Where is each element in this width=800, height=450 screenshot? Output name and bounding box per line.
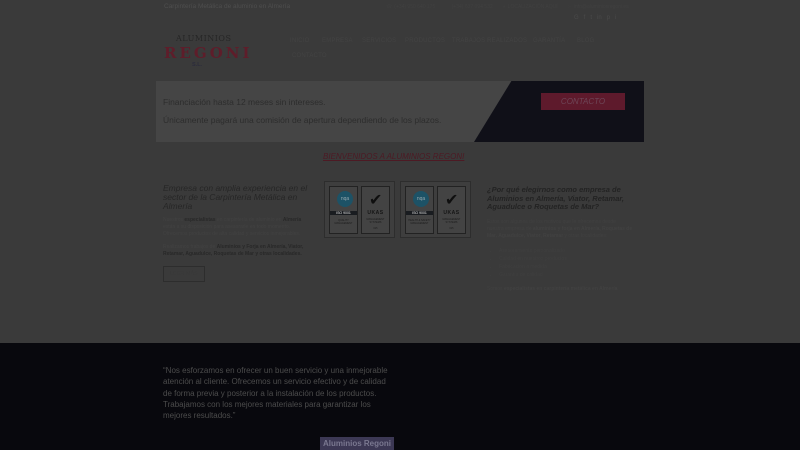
phone-link-1[interactable]: ☎ (+34) 950 640 175: [386, 4, 435, 10]
banner-line-1: Financiación hasta 12 meses sin interese…: [163, 97, 326, 107]
contact-button[interactable]: CONTACTO: [541, 93, 625, 110]
list-item: Fabricación a medida: [499, 263, 633, 271]
reasons-list: Asesoramiento personalizado Calidad en n…: [487, 247, 633, 279]
linkedin-icon[interactable]: in: [597, 15, 602, 21]
email-link[interactable]: ✉ info@aluminiosregoni.es: [568, 4, 629, 10]
contact-info: ☎ (+34) 950 640 175 ◎ (+34) 637 094 532 ● L…: [386, 4, 629, 10]
cert-health-safety: nqa ISO 9001 HEALTH & SAFETY MANAGEMENT …: [400, 181, 471, 238]
nav-item-blog[interactable]: BLOG: [577, 38, 594, 44]
checkmark-crown-icon: ✔: [369, 192, 383, 209]
list-item: Asesoramiento personalizado: [499, 247, 633, 255]
company-quote: “Nos esforzamos en ofrecer un buen servi…: [163, 366, 388, 421]
why-paragraph-2: Somos especialistas en carpintería metál…: [487, 285, 618, 292]
site-tagline: Carpintería Metálica de aluminio en Alme…: [164, 3, 291, 10]
nav-item-servicios[interactable]: SERVICIOS: [362, 38, 396, 44]
why-paragraph-1: Estos son algunos de los motivos que le …: [487, 218, 633, 239]
ukas-card: ✔ UKAS MANAGEMENT SYSTEMS 015: [361, 186, 390, 234]
site-logo[interactable]: ALUMINIOS REGONI S.L.: [162, 34, 250, 76]
google-plus-icon[interactable]: G: [574, 15, 579, 21]
nav-item-inicio[interactable]: INICIO: [290, 38, 310, 44]
certifications: nqa ISO 9001 QUALITY MANAGEMENT ✔ UKAS M…: [324, 181, 471, 238]
top-bar: Carpintería Metálica de aluminio en Alme…: [0, 0, 800, 21]
instagram-icon[interactable]: i: [615, 15, 616, 21]
nav-item-empresa[interactable]: EMPRESA: [322, 38, 353, 44]
ukas-card: ✔ UKAS MANAGEMENT SYSTEMS 015: [437, 186, 466, 234]
why-choose-us: ¿Por qué elegirnos como empresa de Alumi…: [487, 185, 633, 293]
location-link[interactable]: ● LOCALIZACIÓN AQUÍ: [503, 4, 558, 10]
intro-paragraph-1: Nuestros especialistas en carpintería de…: [163, 217, 302, 237]
welcome-heading: BIENVENIDOS A ALUMINIOS REGONI: [323, 152, 465, 161]
list-item: Calidad en nuestros productos: [499, 255, 633, 263]
pinterest-icon[interactable]: p: [607, 15, 610, 21]
footer-section: [0, 343, 800, 450]
intro-heading: Empresa con amplia experiencia en el sec…: [163, 183, 308, 211]
twitter-icon[interactable]: t: [590, 15, 592, 21]
why-heading: ¿Por qué elegirnos como empresa de Alumi…: [487, 185, 624, 211]
company-intro: Empresa con amplia experiencia en el sec…: [163, 184, 313, 282]
facebook-icon[interactable]: f: [584, 15, 586, 21]
nav-item-contacto[interactable]: CONTACTO: [292, 53, 327, 59]
read-more-button[interactable]: LEER MÁS: [163, 266, 205, 282]
nav-item-garantia[interactable]: GARANTÍA: [533, 38, 565, 44]
nqa-logo: nqa: [413, 191, 429, 207]
envelope-icon: ✉: [567, 4, 572, 10]
nqa-hs-card: nqa ISO 9001 HEALTH & SAFETY MANAGEMENT: [405, 186, 434, 234]
financing-banner: Financiación hasta 12 meses sin interese…: [156, 81, 644, 142]
brand-signature: Aluminios Regoni: [320, 437, 394, 450]
phone-link-2[interactable]: ◎ (+34) 637 094 532: [445, 4, 492, 10]
banner-line-2: Únicamente pagará una comisión de apertu…: [163, 115, 442, 125]
checkmark-crown-icon: ✔: [445, 192, 459, 209]
nqa-iso9001-card: nqa ISO 9001 QUALITY MANAGEMENT: [329, 186, 358, 234]
whatsapp-icon: ◎: [445, 4, 450, 10]
cert-quality: nqa ISO 9001 QUALITY MANAGEMENT ✔ UKAS M…: [324, 181, 395, 238]
phone-icon: ☎: [386, 4, 393, 10]
nqa-logo: nqa: [337, 191, 353, 207]
intro-paragraph-2: Realizamos trabajos de Aluminios y Forja…: [163, 244, 304, 257]
social-links: G f t in p i: [574, 15, 616, 21]
list-item: Garantía de calidad: [499, 271, 633, 279]
nav-item-productos[interactable]: PRODUCTOS: [405, 38, 445, 44]
nav-item-trabajos[interactable]: TRABAJOS REALIZADOS: [452, 38, 527, 44]
map-pin-icon: ●: [502, 4, 506, 10]
banner-dark-panel: [474, 81, 644, 142]
